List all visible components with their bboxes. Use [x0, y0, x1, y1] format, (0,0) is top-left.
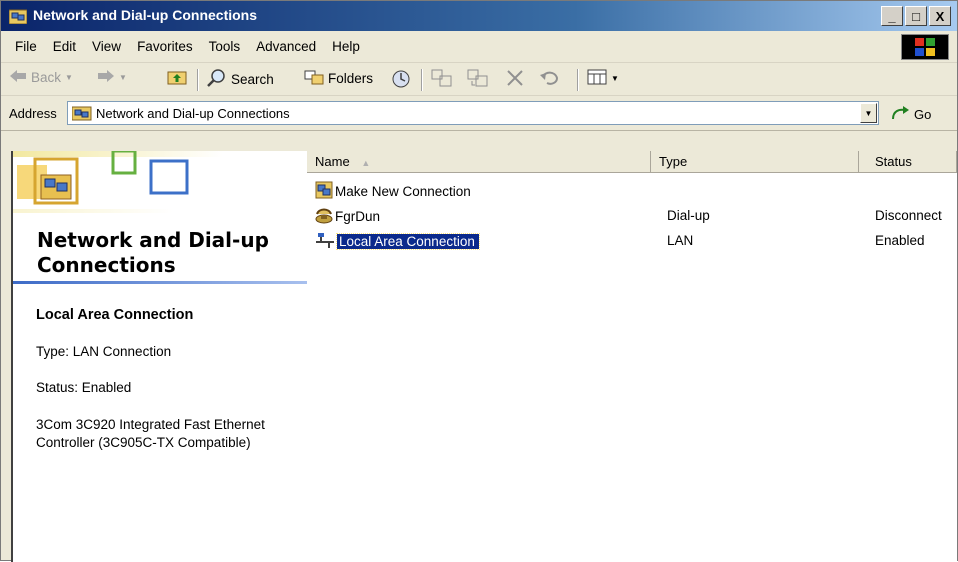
chevron-down-icon: ▼: [65, 73, 73, 82]
menu-tools[interactable]: Tools: [201, 39, 249, 54]
delete-x-icon: [505, 69, 525, 90]
window-title: Network and Dial-up Connections: [33, 7, 258, 23]
item-type: LAN: [667, 233, 694, 248]
device-name-line-1: 3Com 3C920 Integrated Fast Ethernet: [36, 417, 265, 432]
new-connection-icon: [315, 181, 333, 202]
column-header-name-label: Name: [315, 154, 350, 169]
go-label: Go: [914, 107, 932, 122]
page-title: Network and Dial-up Connections: [37, 228, 269, 278]
file-list: Name ▲ Type Status Make New Connection F…: [307, 151, 957, 562]
views-button[interactable]: ▼: [587, 69, 619, 88]
back-label: Back: [31, 70, 62, 85]
toolbar: Back ▼ ▼ Search Folders ▼: [1, 63, 957, 96]
menu-advanced[interactable]: Advanced: [248, 39, 324, 54]
chevron-down-icon: ▼: [611, 74, 619, 83]
page-title-line-2: Connections: [37, 253, 176, 277]
menu-favorites[interactable]: Favorites: [129, 39, 201, 54]
search-button[interactable]: Search: [207, 69, 274, 90]
title-bar[interactable]: Network and Dial-up Connections _ □ X: [1, 1, 957, 31]
column-header-type[interactable]: Type: [651, 151, 859, 173]
address-bar: Address Network and Dial-up Connections …: [1, 96, 957, 131]
go-button[interactable]: Go: [891, 105, 931, 124]
move-to-button[interactable]: [431, 69, 453, 90]
copy-to-icon: [467, 69, 489, 90]
item-name: Make New Connection: [335, 184, 471, 199]
search-icon: [207, 69, 227, 90]
forward-arrow-icon: [97, 69, 115, 86]
column-header-name[interactable]: Name ▲: [307, 151, 651, 173]
address-field[interactable]: Network and Dial-up Connections: [67, 101, 879, 125]
delete-button[interactable]: [505, 69, 525, 90]
history-button[interactable]: [391, 69, 411, 92]
item-status: Enabled: [875, 233, 925, 248]
go-arrow-icon: [891, 105, 911, 124]
device-name-line-2: Controller (3C905C-TX Compatible): [36, 435, 251, 450]
selected-item-name: Local Area Connection: [36, 307, 194, 323]
item-type: Dial-up: [667, 208, 710, 223]
sort-ascending-icon: ▲: [361, 158, 371, 168]
network-folder-icon: [71, 105, 92, 124]
dialup-icon: [315, 206, 333, 227]
column-header-status[interactable]: Status: [859, 151, 957, 173]
up-folder-icon: [167, 69, 187, 88]
title-divider: [13, 281, 307, 284]
item-name: Local Area Connection: [336, 233, 480, 250]
page-title-line-1: Network and Dial-up: [37, 228, 269, 252]
details-pane: Network and Dial-up Connections Local Ar…: [11, 149, 307, 562]
explorer-window: Network and Dial-up Connections _ □ X Fi…: [0, 0, 958, 562]
menu-edit[interactable]: Edit: [45, 39, 84, 54]
folders-button[interactable]: Folders: [304, 69, 373, 88]
copy-to-button[interactable]: [467, 69, 489, 90]
selected-item-type: Type: LAN Connection: [36, 344, 172, 359]
address-label: Address: [9, 106, 57, 121]
item-name: FgrDun: [335, 209, 381, 224]
back-arrow-icon: [9, 69, 27, 86]
network-folder-icon: [8, 8, 28, 25]
history-icon: [391, 69, 411, 92]
up-folder-button[interactable]: [167, 69, 187, 88]
move-to-icon: [431, 69, 453, 90]
menu-view[interactable]: View: [84, 39, 129, 54]
back-button[interactable]: Back ▼: [9, 69, 73, 86]
views-icon: [587, 69, 607, 88]
address-dropdown-button[interactable]: ▼: [860, 103, 877, 123]
lan-icon: [315, 231, 335, 252]
search-label: Search: [231, 72, 274, 87]
folders-icon: [304, 69, 324, 88]
folders-label: Folders: [328, 71, 374, 86]
minimize-button[interactable]: _: [881, 6, 903, 26]
undo-button[interactable]: [539, 69, 561, 90]
address-value: Network and Dial-up Connections: [96, 106, 290, 121]
close-button[interactable]: X: [929, 6, 951, 26]
windows-logo-icon: [901, 34, 949, 60]
maximize-button[interactable]: □: [905, 6, 927, 26]
menu-help[interactable]: Help: [324, 39, 368, 54]
forward-button[interactable]: ▼: [97, 69, 127, 86]
selected-item-status: Status: Enabled: [36, 380, 132, 395]
item-status: Disconnect: [875, 208, 942, 223]
menu-file[interactable]: File: [7, 39, 45, 54]
undo-icon: [539, 69, 561, 90]
chevron-down-icon: ▼: [119, 73, 127, 82]
menu-bar: File Edit View Favorites Tools Advanced …: [1, 32, 957, 63]
